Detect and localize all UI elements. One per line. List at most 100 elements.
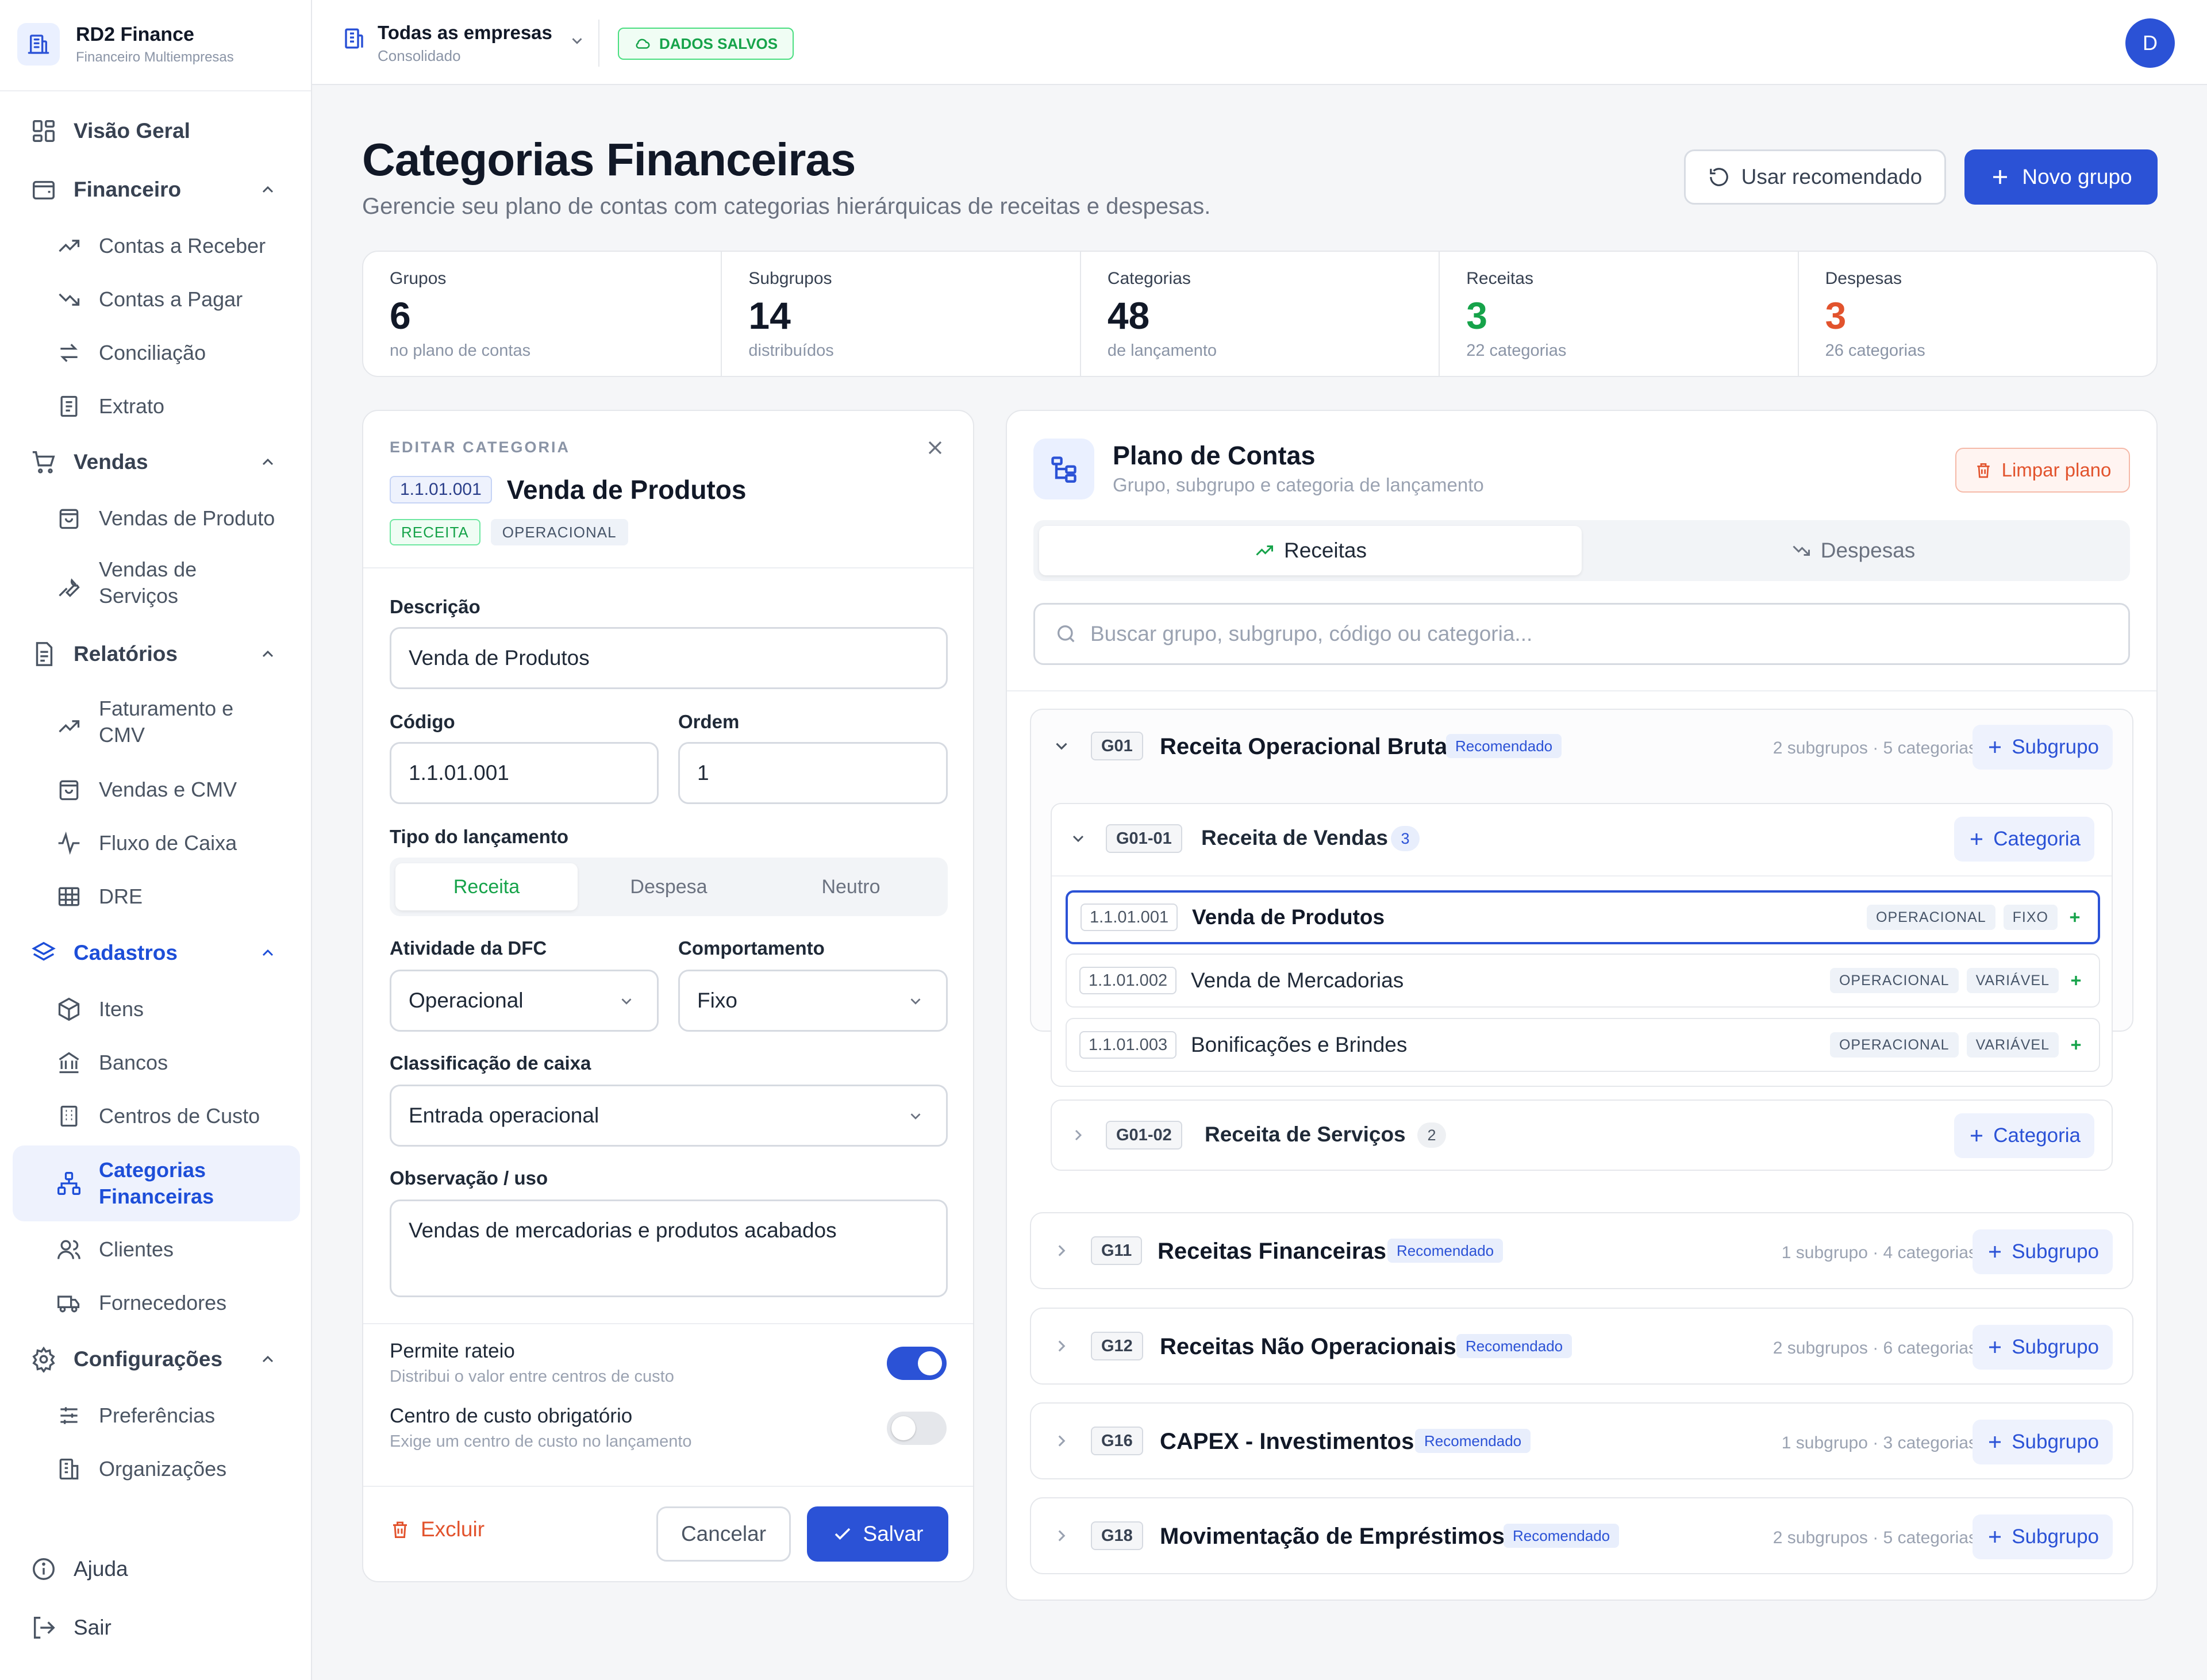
save-button[interactable]: Salvar <box>807 1506 948 1562</box>
category-tag: OPERACIONAL <box>1867 905 1995 930</box>
chevron-right-icon[interactable] <box>1052 1526 1071 1546</box>
sidebar-item-bancos[interactable]: Bancos <box>13 1047 300 1079</box>
sidebar-item-preferencias[interactable]: Preferências <box>13 1400 300 1432</box>
code-input[interactable]: 1.1.01.001 <box>390 742 659 804</box>
sidebar-item-relatorios[interactable]: Relatórios <box>13 638 300 670</box>
sidebar-item-fluxo-de-caixa[interactable]: Fluxo de Caixa <box>13 827 300 859</box>
sidebar-item-configuracoes[interactable]: Configurações <box>13 1343 300 1375</box>
sidebar-item-cadastros[interactable]: Cadastros <box>13 937 300 969</box>
edit-header: 1.1.01.001 Venda de Produtos <box>390 474 746 505</box>
add-subgroup-button[interactable]: Subgrupo <box>1973 1514 2113 1559</box>
group-row[interactable]: G18 Movimentação de Empréstimos Recomend… <box>1030 1497 2133 1574</box>
category-tag: OPERACIONAL <box>1829 1032 1959 1058</box>
type-option-neutro[interactable]: Neutro <box>760 863 942 910</box>
description-label: Descrição <box>390 596 480 617</box>
sidebar-item-ajuda[interactable]: Ajuda <box>13 1553 300 1585</box>
edit-category-panel: EDITAR CATEGORIA 1.1.01.001 Venda de Pro… <box>362 410 974 1582</box>
dfc-select[interactable]: Operacional <box>390 970 659 1032</box>
sidebar-item-fornecedores[interactable]: Fornecedores <box>13 1287 300 1319</box>
group-row[interactable]: G12 Receitas Não Operacionais Recomendad… <box>1030 1308 2133 1385</box>
sidebar-item-categorias-financeiras[interactable]: Categorias Financeiras <box>13 1145 300 1221</box>
tree-icon <box>1033 439 1094 499</box>
new-group-button[interactable]: Novo grupo <box>1964 149 2158 205</box>
chevron-down-icon[interactable] <box>1069 829 1087 848</box>
chevron-right-icon[interactable] <box>1052 1431 1071 1451</box>
category-row[interactable]: 1.1.01.003 Bonificações e Brindes OPERAC… <box>1066 1018 2100 1072</box>
sidebar-item-conciliacao[interactable]: Conciliação <box>13 337 300 369</box>
sidebar-item-vendas-de-produto[interactable]: Vendas de Produto <box>13 502 300 535</box>
search-input[interactable]: Buscar grupo, subgrupo, código ou catego… <box>1033 603 2130 665</box>
sidebar-item-faturamento-cmv[interactable]: Faturamento e CMV <box>13 695 300 759</box>
chevron-right-icon[interactable] <box>1069 1126 1087 1144</box>
sidebar-item-visao-geral[interactable]: Visão Geral <box>13 115 300 147</box>
sidebar: RD2 Finance Financeiro Multiempresas Vis… <box>0 0 312 1680</box>
delete-button[interactable]: Excluir <box>390 1517 485 1541</box>
description-value: Venda de Produtos <box>409 646 590 670</box>
chevron-up-icon <box>259 944 277 962</box>
sidebar-item-contas-a-receber[interactable]: Contas a Receber <box>13 230 300 262</box>
brand[interactable]: RD2 Finance Financeiro Multiempresas <box>17 23 234 66</box>
category-row[interactable]: 1.1.01.001 Venda de Produtos OPERACIONAL… <box>1066 890 2100 944</box>
sidebar-item-sair[interactable]: Sair <box>13 1612 300 1644</box>
add-subgroup-label: Subgrupo <box>2012 1431 2099 1453</box>
use-recommended-button[interactable]: Usar recomendado <box>1684 149 1946 205</box>
divider <box>1007 690 2156 691</box>
add-subgroup-button[interactable]: Subgrupo <box>1973 1229 2113 1274</box>
avatar[interactable]: D <box>2125 18 2175 68</box>
plus-icon[interactable] <box>2067 909 2083 925</box>
sidebar-item-vendas[interactable]: Vendas <box>13 446 300 478</box>
stat-value: 6 <box>390 294 411 337</box>
company-selector[interactable]: Todas as empresas Consolidado <box>342 22 586 65</box>
sidebar-item-dre[interactable]: DRE <box>13 881 300 913</box>
add-subgroup-button[interactable]: Subgrupo <box>1973 1420 2113 1464</box>
chevron-right-icon[interactable] <box>1052 1336 1071 1356</box>
category-row[interactable]: 1.1.01.002 Venda de Mercadorias OPERACIO… <box>1066 954 2100 1008</box>
sidebar-item-label: Visão Geral <box>74 119 190 143</box>
add-category-button[interactable]: Categoria <box>1954 817 2094 862</box>
cost-center-toggle[interactable] <box>887 1412 947 1445</box>
sidebar-item-vendas-e-cmv[interactable]: Vendas e CMV <box>13 774 300 806</box>
divider <box>363 1486 973 1487</box>
sidebar-item-itens[interactable]: Itens <box>13 993 300 1025</box>
chevron-right-icon[interactable] <box>1052 1241 1071 1260</box>
plus-icon[interactable] <box>2068 1037 2084 1053</box>
chevron-up-icon <box>259 1350 277 1368</box>
group-row[interactable]: G16 CAPEX - Investimentos Recomendado 1 … <box>1030 1402 2133 1479</box>
description-input[interactable]: Venda de Produtos <box>390 627 948 689</box>
activity-badge: OPERACIONAL <box>490 519 628 545</box>
chevron-down-icon <box>907 1108 924 1125</box>
type-option-despesa[interactable]: Despesa <box>578 863 760 910</box>
brand-subtitle: Financeiro Multiempresas <box>76 49 234 65</box>
dashboard-icon <box>30 117 57 145</box>
gear-icon <box>30 1345 57 1373</box>
clear-plan-button[interactable]: Limpar plano <box>1955 448 2130 493</box>
behavior-select[interactable]: Fixo <box>678 970 948 1032</box>
sidebar-item-clientes[interactable]: Clientes <box>13 1233 300 1266</box>
add-subgroup-button[interactable]: Subgrupo <box>1973 1325 2113 1370</box>
sidebar-item-label: Vendas de Produto <box>99 506 275 530</box>
add-category-button[interactable]: Categoria <box>1954 1113 2094 1158</box>
sidebar-item-organizacoes[interactable]: Organizações <box>13 1453 300 1485</box>
close-icon[interactable] <box>924 436 947 459</box>
building-logo-icon <box>17 23 60 66</box>
sidebar-item-financeiro[interactable]: Financeiro <box>13 174 300 206</box>
sidebar-item-extrato[interactable]: Extrato <box>13 390 300 422</box>
order-input[interactable]: 1 <box>678 742 948 804</box>
type-option-receita[interactable]: Receita <box>395 863 578 910</box>
rateio-toggle[interactable] <box>887 1347 947 1380</box>
tab-despesas[interactable]: Despesas <box>1582 526 2124 575</box>
chevron-down-icon[interactable] <box>1052 736 1071 756</box>
category-code-chip: 1.1.01.001 <box>390 476 492 503</box>
sidebar-item-contas-a-pagar[interactable]: Contas a Pagar <box>13 283 300 316</box>
cash-class-select[interactable]: Entrada operacional <box>390 1085 948 1147</box>
plus-icon[interactable] <box>2068 972 2084 989</box>
add-subgroup-button[interactable]: Subgrupo <box>1973 725 2113 770</box>
observation-textarea[interactable]: Vendas de mercadorias e produtos acabado… <box>390 1200 948 1297</box>
sidebar-item-centros-de-custo[interactable]: Centros de Custo <box>13 1100 300 1132</box>
sidebar-item-label: Vendas e CMV <box>99 778 237 801</box>
tab-receitas[interactable]: Receitas <box>1039 526 1582 575</box>
sidebar-item-vendas-de-servicos[interactable]: Vendas de Serviços <box>13 556 300 620</box>
chevron-up-icon <box>259 645 277 663</box>
group-row[interactable]: G11 Receitas Financeiras Recomendado 1 s… <box>1030 1212 2133 1289</box>
cancel-button[interactable]: Cancelar <box>656 1506 791 1562</box>
